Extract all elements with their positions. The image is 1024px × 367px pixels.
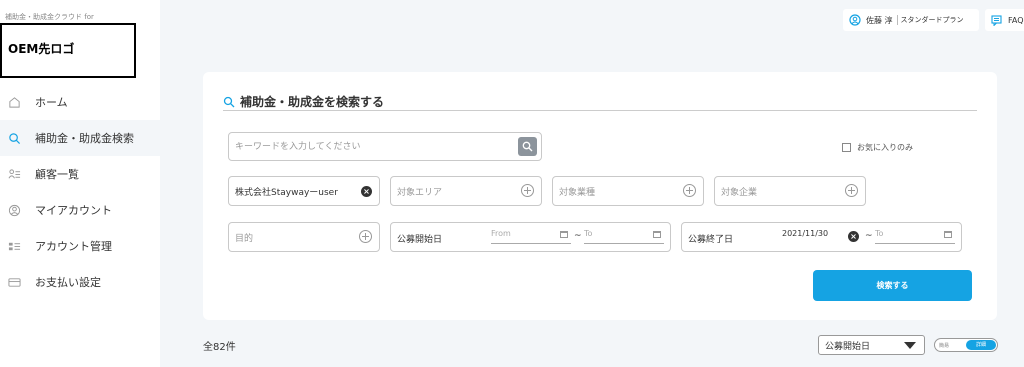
search-icon	[7, 131, 21, 145]
view-simple-option[interactable]: 簡易	[939, 342, 949, 349]
sidebar-item-customers[interactable]: 顧客一覧	[0, 156, 160, 192]
favorites-only-toggle[interactable]: お気に入りのみ	[842, 142, 913, 153]
home-icon	[7, 95, 21, 109]
title-divider	[223, 110, 977, 111]
user-plan: スタンダードプラン	[900, 16, 964, 24]
add-purpose-icon[interactable]	[359, 230, 372, 243]
end-date-to[interactable]: To	[875, 229, 955, 244]
add-industry-icon[interactable]	[683, 184, 696, 197]
keyword-search-button[interactable]	[518, 137, 537, 156]
keyword-input[interactable]	[229, 133, 509, 160]
range-separator: ~	[865, 231, 873, 241]
payment-icon	[7, 275, 21, 289]
search-icon	[522, 141, 533, 152]
search-title-text: 補助金・助成金を検索する	[240, 95, 385, 109]
keyword-search-field	[228, 132, 542, 161]
clear-company-icon[interactable]: ×	[361, 186, 372, 197]
target-company-placeholder: 対象企業	[721, 187, 758, 198]
logo-text: OEM先ロゴ	[8, 42, 75, 56]
sidebar-item-account-management[interactable]: アカウント管理	[0, 228, 160, 264]
result-count: 全82件	[203, 342, 236, 353]
company-value: 株式会社Staywayーuser	[235, 187, 338, 198]
start-date-label: 公募開始日	[397, 235, 443, 245]
start-date-filter: 公募開始日 From ~ To	[390, 222, 671, 252]
sidebar-item-search[interactable]: 補助金・助成金検索	[0, 120, 160, 156]
account-manage-icon	[7, 239, 21, 253]
customer-list-icon	[7, 167, 21, 181]
calendar-icon[interactable]	[560, 231, 568, 238]
purpose-filter[interactable]: 目的	[228, 222, 380, 252]
account-icon	[7, 203, 21, 217]
user-icon	[849, 14, 861, 26]
add-area-icon[interactable]	[521, 184, 534, 197]
end-from-value: 2021/11/30	[782, 229, 829, 238]
user-name: 佐藤 淳	[866, 15, 893, 25]
sidebar-item-home[interactable]: ホーム	[0, 84, 160, 120]
industry-placeholder: 対象業種	[559, 187, 596, 198]
sidebar-item-label: 補助金・助成金検索	[35, 132, 134, 145]
view-mode-toggle[interactable]: 簡易 詳細	[934, 338, 998, 352]
faq-button[interactable]: FAQ	[985, 9, 1024, 31]
sidebar-item-payment[interactable]: お支払い設定	[0, 264, 160, 300]
calendar-icon[interactable]	[944, 231, 952, 238]
brand-caption: 補助金・助成金クラウド for	[5, 13, 94, 21]
favorites-checkbox[interactable]	[842, 143, 851, 152]
oem-logo[interactable]: OEM先ロゴ	[0, 23, 136, 78]
sidebar-item-label: お支払い設定	[35, 276, 101, 289]
area-placeholder: 対象エリア	[397, 187, 443, 198]
target-company-filter[interactable]: 対象企業	[714, 176, 866, 206]
area-filter[interactable]: 対象エリア	[390, 176, 542, 206]
user-separator	[896, 15, 898, 25]
user-menu[interactable]: 佐藤 淳 スタンダードプラン	[843, 9, 979, 31]
range-separator: ~	[574, 231, 582, 241]
sidebar-item-label: アカウント管理	[35, 240, 112, 253]
sort-value: 公募開始日	[825, 341, 871, 352]
end-date-filter: 公募終了日 2021/11/30 × ~ To	[681, 222, 962, 252]
start-date-to[interactable]: To	[584, 229, 664, 244]
faq-label: FAQ	[1008, 15, 1024, 25]
view-detail-option[interactable]: 詳細	[966, 340, 996, 350]
calendar-icon[interactable]	[653, 231, 661, 238]
start-date-from[interactable]: From	[491, 229, 571, 244]
sidebar: 補助金・助成金クラウド for OEM先ロゴ ホーム 補助金・助成金検索 顧客一…	[0, 0, 160, 367]
chevron-down-icon	[904, 342, 916, 349]
add-target-company-icon[interactable]	[845, 184, 858, 197]
faq-icon	[991, 14, 1002, 26]
search-icon	[223, 96, 235, 107]
sidebar-nav: ホーム 補助金・助成金検索 顧客一覧 マイアカウント アカウント管理 お支払い設…	[0, 84, 160, 300]
company-filter[interactable]: 株式会社Staywayーuser ×	[228, 176, 380, 206]
search-title: 補助金・助成金を検索する	[223, 93, 384, 110]
sort-select[interactable]: 公募開始日	[818, 335, 925, 355]
end-date-label: 公募終了日	[688, 235, 734, 245]
industry-filter[interactable]: 対象業種	[552, 176, 704, 206]
purpose-placeholder: 目的	[235, 233, 254, 244]
sidebar-item-label: ホーム	[35, 96, 68, 109]
sidebar-item-label: マイアカウント	[35, 204, 112, 217]
clear-end-date-icon[interactable]: ×	[848, 231, 859, 242]
start-to-placeholder: To	[584, 229, 593, 238]
sidebar-item-label: 顧客一覧	[35, 168, 79, 181]
end-to-placeholder: To	[875, 229, 884, 238]
start-from-placeholder: From	[491, 229, 511, 238]
search-submit-button[interactable]: 検索する	[813, 270, 972, 301]
sidebar-item-my-account[interactable]: マイアカウント	[0, 192, 160, 228]
favorites-label: お気に入りのみ	[857, 143, 913, 152]
search-panel: 補助金・助成金を検索する お気に入りのみ 株式会社Staywayーuser × …	[203, 72, 997, 320]
